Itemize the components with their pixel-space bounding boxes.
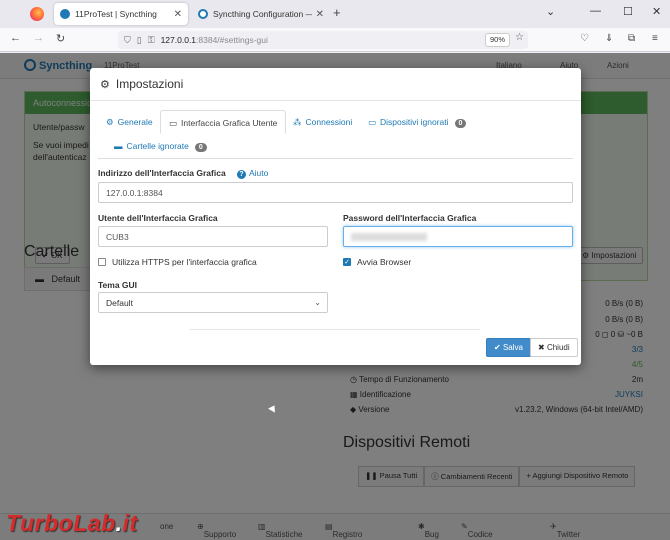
new-tab-button[interactable]: +: [333, 5, 341, 20]
close-tab-icon[interactable]: ✕: [316, 9, 324, 20]
chevron-down-icon: ⌄: [314, 298, 321, 307]
close-label: Chiudi: [546, 343, 570, 352]
gear-icon: ⚙: [106, 117, 114, 127]
save-button[interactable]: ✔ Salva: [486, 338, 531, 357]
reload-icon[interactable]: ↻: [56, 32, 65, 45]
syncthing-favicon-icon: [198, 9, 208, 19]
gui-address-label: Indirizzo dell'Interfaccia Grafica: [98, 168, 226, 178]
shield-icon[interactable]: ⛉: [124, 35, 131, 46]
tab-gui[interactable]: ▭ Interfaccia Grafica Utente: [160, 110, 287, 134]
laptop-icon: ▭: [368, 117, 377, 127]
browser-navbar: ← → ↻ ⛉ ▯ ⚿ 127.0.0.1 :8384/#settings-gu…: [0, 28, 670, 52]
watermark-tld: it: [122, 510, 138, 536]
gui-user-input[interactable]: CUB3: [98, 226, 328, 247]
pocket-icon[interactable]: ♡: [580, 33, 589, 44]
close-tab-icon[interactable]: ✕: [174, 9, 182, 20]
gui-password-label: Password dell'Interfaccia Grafica: [343, 213, 477, 223]
browser-checkbox-row[interactable]: ✓ Avvia Browser: [343, 257, 411, 267]
maximize-button[interactable]: ☐: [623, 5, 633, 18]
tab-syncthing[interactable]: 11ProTest | Syncthing ✕: [54, 3, 188, 25]
syncthing-favicon-icon: [60, 9, 70, 19]
settings-tabs: ⚙ Generale ▭ Interfaccia Grafica Utente ⁂ C…: [98, 110, 573, 159]
tab-general[interactable]: ⚙ Generale: [98, 110, 161, 134]
menu-icon[interactable]: ≡: [652, 33, 658, 44]
tab-gui-label: Interfaccia Grafica Utente: [181, 118, 278, 128]
https-label: Utilizza HTTPS per l'interfaccia grafica: [112, 257, 257, 267]
tab-connections-label: Connessioni: [305, 117, 353, 127]
modal-header: ⚙ Impostazioni: [90, 68, 581, 101]
help-label: Aiuto: [249, 168, 269, 178]
gui-password-input[interactable]: [343, 226, 573, 247]
network-icon: ⁂: [293, 117, 302, 127]
tab-ignored-devices[interactable]: ▭ Dispositivi ignorati 0: [360, 110, 474, 134]
tab-general-label: Generale: [117, 117, 153, 127]
modal-title: Impostazioni: [115, 77, 184, 91]
page-icon[interactable]: ▯: [137, 35, 142, 46]
browser-tabbar: 11ProTest | Syncthing ✕ Syncthing Config…: [0, 0, 670, 28]
bookmark-star-icon[interactable]: ☆: [515, 32, 524, 43]
key-icon[interactable]: ⚿: [148, 35, 155, 46]
tab-title: Syncthing Configuration — Syn: [213, 9, 312, 19]
gear-icon: ⚙: [100, 79, 110, 91]
save-label: Salva: [502, 343, 523, 352]
tab-ignored-devices-label: Dispositivi ignorati: [380, 117, 449, 127]
watermark: TurboLab.it: [6, 510, 138, 537]
ignored-folders-badge: 0: [194, 143, 207, 152]
extensions-icon[interactable]: ⧉: [628, 33, 635, 44]
close-window-button[interactable]: ✕: [652, 5, 661, 18]
settings-modal: ⚙ Impostazioni ⚙ Generale ▭ Interfaccia Gra…: [90, 68, 581, 365]
url-path: :8384/#settings-gui: [196, 35, 268, 45]
gui-user-label: Utente dell'Interfaccia Grafica: [98, 213, 218, 223]
theme-selected-value: Default: [106, 298, 133, 308]
forward-icon[interactable]: →: [33, 32, 44, 44]
tab-syncthing-config[interactable]: Syncthing Configuration — Syn ✕: [192, 3, 330, 25]
close-button[interactable]: ✖ Chiudi: [530, 338, 578, 357]
zoom-level[interactable]: 90%: [484, 33, 510, 47]
watermark-dot: .: [115, 510, 123, 536]
tab-ignored-folders-label: Cartelle ignorate: [126, 141, 189, 151]
folder-icon: ▬: [114, 141, 123, 151]
tab-ignored-folders[interactable]: ▬ Cartelle ignorate 0: [106, 134, 215, 158]
check-icon: ✔: [494, 343, 503, 352]
tab-list-icon[interactable]: ⌄: [546, 5, 555, 18]
download-icon[interactable]: ⇓: [605, 33, 613, 44]
https-checkbox[interactable]: [98, 258, 106, 266]
divider: [190, 329, 480, 330]
url-host: 127.0.0.1: [160, 35, 197, 45]
help-link[interactable]: ? Aiuto: [237, 168, 268, 179]
tab-connections[interactable]: ⁂ Connessioni: [285, 110, 360, 134]
start-browser-label: Avvia Browser: [357, 257, 412, 267]
firefox-logo-icon[interactable]: [30, 7, 44, 21]
minimize-button[interactable]: —: [590, 5, 601, 17]
back-icon[interactable]: ←: [10, 32, 21, 44]
masked-password: [351, 233, 427, 241]
gui-theme-label: Tema GUI: [98, 280, 138, 290]
monitor-icon: ▭: [169, 118, 178, 128]
question-icon: ?: [237, 170, 246, 179]
https-checkbox-row[interactable]: Utilizza HTTPS per l'interfaccia grafica: [98, 257, 257, 267]
tab-title: 11ProTest | Syncthing: [75, 9, 157, 19]
watermark-text: TurboLab: [6, 510, 116, 536]
ignored-devices-badge: 0: [454, 119, 467, 128]
start-browser-checkbox[interactable]: ✓: [343, 258, 351, 266]
url-bar[interactable]: ⛉ ▯ ⚿ 127.0.0.1 :8384/#settings-gui 90% …: [118, 31, 528, 49]
gui-theme-select[interactable]: Default ⌄: [98, 292, 328, 313]
close-icon: ✖: [538, 343, 547, 352]
gui-address-input[interactable]: 127.0.0.1:8384: [98, 182, 573, 203]
